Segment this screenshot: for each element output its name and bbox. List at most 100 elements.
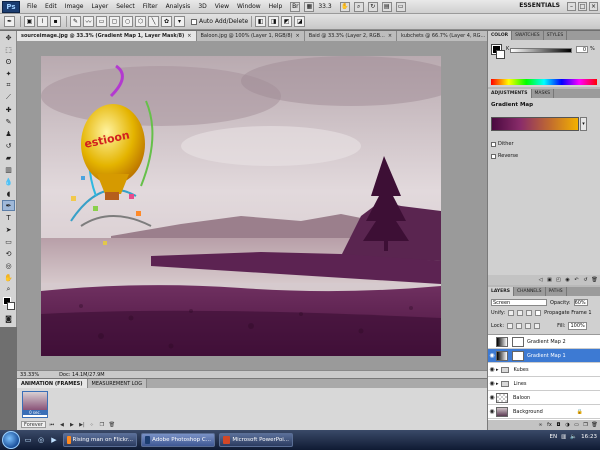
color-spectrum-bar[interactable] [491,79,597,85]
bridge-icon[interactable]: Br [290,1,301,12]
network-icon[interactable]: ▥ [561,434,566,440]
tab-baloon[interactable]: Baloon.jpg @ 100% (Layer 1, RGB/8) × [196,31,305,41]
path-combine-subtract-icon[interactable]: ◨ [268,16,280,27]
new-adjustment-icon[interactable]: ◑ [564,422,571,428]
close-icon[interactable]: × [296,33,300,39]
tab-baid[interactable]: Baid @ 33.3% (Layer 2, RGB... × [304,31,398,41]
delete-icon[interactable]: 🗑 [591,422,598,428]
layer-row-lines[interactable]: ◉ ▸ Lines [488,377,600,391]
chevron-right-icon[interactable]: ▸ [496,367,499,373]
quick-mask-icon[interactable]: ◙ [2,313,15,324]
crop-tool-icon[interactable]: ⌗ [2,80,15,91]
fill-input[interactable]: 100% [568,322,587,330]
k-channel-slider[interactable] [510,48,572,53]
hand-tool-icon[interactable]: ✋ [2,272,15,283]
menu-help[interactable]: Help [265,3,287,10]
expanded-view-icon[interactable]: ▣ [546,277,553,283]
previous-frame-icon[interactable]: ◀ [58,421,66,428]
browser-icon[interactable]: ◎ [36,435,46,445]
show-desktop-icon[interactable]: ▭ [23,435,33,445]
fill-pixels-icon[interactable]: ▪ [50,16,61,27]
taskbar-item-flickr[interactable]: Rising man on Flickr... [63,433,137,447]
paths-icon[interactable]: ⌇ [37,16,48,27]
opacity-input[interactable]: 60% [573,299,588,306]
background-color-swatch[interactable] [496,50,505,59]
mask-thumbnail[interactable] [512,350,524,361]
type-tool-icon[interactable]: T [2,212,15,223]
marquee-tool-icon[interactable]: ⬚ [2,44,15,55]
freeform-pen-icon[interactable]: 〰 [83,16,94,27]
eye-icon[interactable]: ◉ [488,380,496,387]
add-mask-icon[interactable]: ◘ [555,422,562,428]
eye-icon[interactable]: ◉ [488,394,496,401]
tab-adjustments[interactable]: ADJUSTMENTS [488,89,532,98]
mask-thumbnail[interactable] [512,336,524,347]
lock-transparent-icon[interactable] [507,323,514,329]
k-channel-input[interactable]: 0 [576,46,588,53]
menu-file[interactable]: File [23,3,41,10]
volume-icon[interactable]: 🔈 [570,434,577,440]
menu-image[interactable]: Image [61,3,88,10]
quick-selection-tool-icon[interactable]: ✦ [2,68,15,79]
menu-filter[interactable]: Filter [139,3,162,10]
move-tool-icon[interactable]: ✥ [2,32,15,43]
next-frame-icon[interactable]: ▶| [78,421,86,428]
pen-icon[interactable]: ✎ [70,16,81,27]
zoom-level[interactable]: 33.3 [314,3,335,10]
start-button[interactable] [2,431,20,449]
status-zoom[interactable]: 33.33% [20,372,39,378]
line-icon[interactable]: ╲ [148,16,159,27]
path-combine-intersect-icon[interactable]: ◩ [281,16,293,27]
animation-frame-1[interactable]: 0 sec. [22,391,48,418]
reverse-checkbox[interactable]: Reverse [491,153,518,159]
eraser-tool-icon[interactable]: ▰ [2,152,15,163]
close-icon[interactable]: × [388,33,392,39]
tab-sourceimage[interactable]: sourceimage.jpg @ 33.3% (Gradient Map 1,… [17,31,197,41]
tween-icon[interactable]: ⁘ [88,421,96,428]
workspace-switcher[interactable]: ESSENTIALS [519,2,560,9]
rounded-rectangle-icon[interactable]: ▢ [109,16,120,27]
canvas-area[interactable]: estioon [17,41,487,370]
tab-animation-frames[interactable]: ANIMATION (FRAMES) [17,379,88,388]
chevron-down-icon[interactable]: ▾ [174,16,185,27]
layer-row-background[interactable]: ◉ Background 🔒 [488,405,600,419]
shape-tool-icon[interactable]: ▭ [2,236,15,247]
clone-stamp-tool-icon[interactable]: ♟ [2,128,15,139]
tab-layers[interactable]: LAYERS [488,287,514,296]
new-group-icon[interactable]: ▭ [573,422,580,428]
tab-measurement-log[interactable]: MEASUREMENT LOG [87,379,148,388]
path-selection-tool-icon[interactable]: ➤ [2,224,15,235]
layer-row-baloon[interactable]: ◉ Baloon [488,391,600,405]
lock-position-icon[interactable] [525,323,532,329]
lasso-tool-icon[interactable]: ʘ [2,56,15,67]
3d-orbit-tool-icon[interactable]: ◎ [2,260,15,271]
tab-paths[interactable]: PATHS [546,287,567,296]
first-frame-icon[interactable]: ⏮ [48,421,56,428]
path-combine-exclude-icon[interactable]: ◪ [294,16,306,27]
visibility-icon[interactable]: ◉ [564,277,571,283]
zoom-tool-icon[interactable]: ⌕ [2,284,15,295]
delete-frame-icon[interactable]: 🗑 [108,421,116,428]
link-layers-icon[interactable]: ∞ [537,422,544,428]
layer-row-gradient-map-2[interactable]: Gradient Map 2 [488,335,600,349]
menu-edit[interactable]: Edit [41,3,61,10]
menu-select[interactable]: Select [112,3,139,10]
close-icon[interactable]: × [187,33,191,39]
auto-add-delete-checkbox[interactable]: Auto Add/Delete [191,18,248,25]
gradient-picker[interactable] [491,117,579,131]
tab-styles[interactable]: STYLES [544,31,568,40]
maximize-icon[interactable]: □ [578,2,587,11]
tab-channels[interactable]: CHANNELS [514,287,546,296]
minibridge-icon[interactable]: ▦ [304,1,315,12]
unify-style-icon[interactable] [526,310,533,316]
hand-tool-icon[interactable]: ✋ [339,1,350,12]
frame-delay[interactable]: 0 sec. [23,410,47,415]
blur-tool-icon[interactable]: 💧 [2,176,15,187]
tab-swatches[interactable]: SWATCHES [512,31,544,40]
loop-options-select[interactable]: Forever [21,421,46,428]
polygon-icon[interactable]: ⬡ [135,16,146,27]
unify-visibility-icon[interactable] [517,310,524,316]
tab-kubchets[interactable]: kubchets @ 66.7% (Layer 4, RG...× [397,31,498,41]
delete-icon[interactable]: 🗑 [591,277,598,283]
eye-icon[interactable]: ◉ [488,408,496,415]
